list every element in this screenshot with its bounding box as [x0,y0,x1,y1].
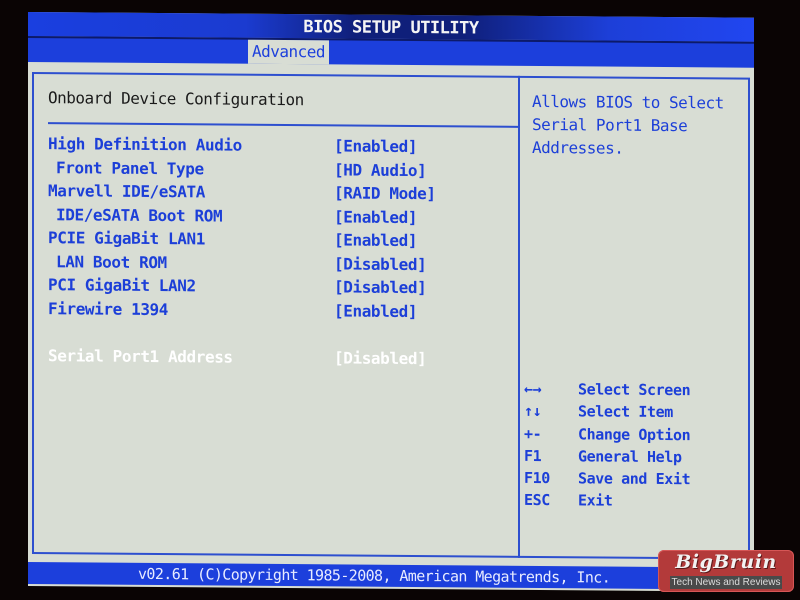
setting-row-serial-port1-address[interactable]: Serial Port1 Address [Disabled] [48,346,508,373]
window-title: BIOS SETUP UTILITY [303,17,479,39]
help-description: Allows BIOS to Select Serial Port1 Base … [532,91,724,158]
setting-label: PCIE GigaBit LAN1 [48,228,205,249]
key-legend-item: +- Change Option [524,424,739,448]
key-legend-item: F1 General Help [524,447,739,471]
footer-bar: v02.61 (C)Copyright 1985-2008, American … [28,562,754,590]
setting-value[interactable]: [Enabled] [334,230,417,250]
settings-list: High Definition Audio [Enabled] Front Pa… [48,134,508,373]
key-legend-item: F10 Save and Exit [524,469,739,493]
setting-value[interactable]: [Disabled] [334,277,426,297]
tab-advanced[interactable]: Advanced [248,39,330,65]
setting-value[interactable]: [Enabled] [334,301,417,321]
bios-screen: BIOS SETUP UTILITY Advanced Onboard Devi… [28,12,754,592]
setting-value[interactable]: [Enabled] [334,136,417,156]
section-divider [48,122,518,128]
section-title: Onboard Device Configuration [48,88,304,110]
key-action: Select Item [578,402,673,422]
key-legend: ←→ Select Screen ↑↓ Select Item +- Chang… [524,380,739,515]
tab-bar: Advanced [28,36,754,68]
key-legend-item: ↑↓ Select Item [524,402,739,426]
key-legend-item: ESC Exit [524,491,739,515]
setting-label: Marvell IDE/eSATA [48,181,205,202]
setting-row-firewire-1394[interactable]: Firewire 1394 [Enabled] [48,299,508,326]
setting-value[interactable]: [Disabled] [334,348,426,368]
setting-value[interactable]: [RAID Mode] [334,183,436,203]
key-action: Save and Exit [578,469,691,489]
key-action: Exit [578,491,613,511]
watermark-logo: BigBruin Tech News and Reviews [658,550,794,592]
key-action: General Help [578,447,682,467]
setting-label: IDE/eSATA Boot ROM [56,204,223,226]
left-right-arrows-icon: ←→ [524,379,542,399]
setting-label: Front Panel Type [56,157,204,178]
up-down-arrows-icon: ↑↓ [524,402,542,421]
key-action: Select Screen [578,380,691,400]
setting-label: Firewire 1394 [48,298,169,319]
watermark-tagline: Tech News and Reviews [670,576,782,589]
key-legend-item: ←→ Select Screen [524,380,739,404]
setting-label: Serial Port1 Address [48,346,233,367]
setting-row-lan-boot-rom[interactable]: LAN Boot ROM [Disabled] [48,252,508,279]
copyright-text: v02.61 (C)Copyright 1985-2008, American … [138,564,611,587]
setting-row-front-panel-type[interactable]: Front Panel Type [HD Audio] [48,158,508,185]
key-name: F10 [524,469,550,488]
setting-row-ide-esata-boot-rom[interactable]: IDE/eSATA Boot ROM [Enabled] [48,205,508,232]
setting-row-marvell-ide-esata[interactable]: Marvell IDE/eSATA [RAID Mode] [48,181,508,208]
setting-label: High Definition Audio [48,134,242,155]
key-name: ESC [524,491,550,510]
setting-label: LAN Boot ROM [56,251,167,272]
key-name: F1 [524,446,542,465]
setting-value[interactable]: [Disabled] [334,254,426,274]
setting-row-high-definition-audio[interactable]: High Definition Audio [Enabled] [48,134,508,161]
key-action: Change Option [578,424,691,444]
help-panel: Allows BIOS to Select Serial Port1 Base … [518,75,750,560]
plus-minus-icon: +- [524,424,542,443]
setting-value[interactable]: [Enabled] [334,207,417,227]
watermark-brand: BigBruin [675,551,777,573]
setting-value[interactable]: [HD Audio] [334,160,426,180]
settings-panel: Onboard Device Configuration High Defini… [32,72,520,558]
setting-row-pci-gigabit-lan2[interactable]: PCI GigaBit LAN2 [Disabled] [48,275,508,302]
setting-label: PCI GigaBit LAN2 [48,275,196,296]
setting-row-pcie-gigabit-lan1[interactable]: PCIE GigaBit LAN1 [Enabled] [48,228,508,255]
